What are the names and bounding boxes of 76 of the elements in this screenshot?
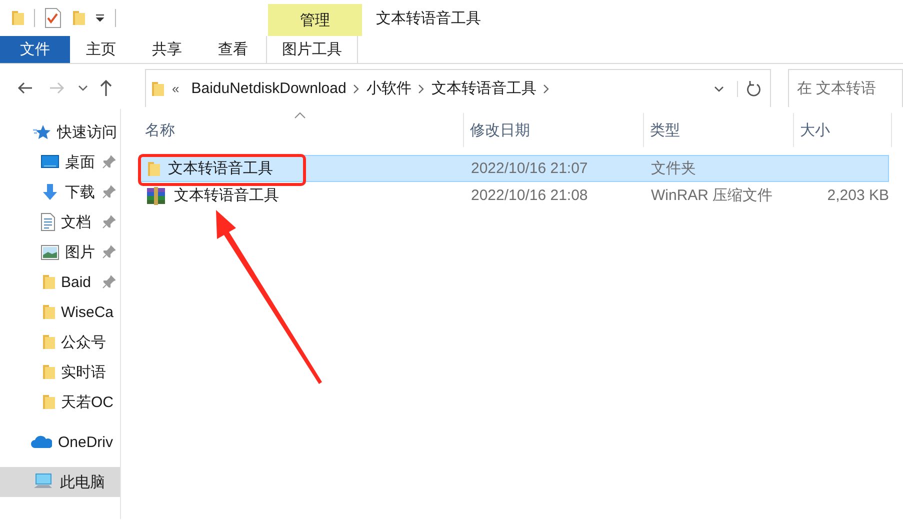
landscape-image-icon bbox=[41, 244, 59, 260]
sidebar-label: Baid bbox=[61, 274, 92, 290]
chevron-right-icon bbox=[417, 84, 426, 94]
sort-caret-icon bbox=[294, 112, 306, 119]
cloud-icon bbox=[30, 435, 52, 449]
sidebar-label: 图片 bbox=[65, 242, 95, 262]
chevron-down-icon bbox=[714, 86, 724, 92]
breadcrumb[interactable]: 小软件 bbox=[360, 79, 418, 98]
file-name: 文本转语音工具 bbox=[168, 159, 273, 178]
folder-icon bbox=[41, 363, 55, 381]
sidebar-label: OneDriv bbox=[58, 434, 114, 450]
table-cell-text: 2022/10/16 21:08 bbox=[470, 187, 589, 204]
column-header[interactable]: 修改日期 bbox=[464, 113, 644, 147]
sidebar-item[interactable]: 文档 bbox=[0, 207, 120, 237]
checklist-icon[interactable] bbox=[45, 8, 61, 28]
file-row[interactable]: 文本转语音工具 2022/10/16 21:07 文件夹 bbox=[139, 155, 889, 182]
folder-icon bbox=[41, 303, 55, 321]
folder-icon bbox=[10, 9, 24, 27]
computer-icon bbox=[32, 473, 54, 491]
breadcrumb[interactable]: BaiduNetdiskDownload bbox=[185, 80, 352, 97]
sidebar-label: 文档 bbox=[61, 212, 91, 232]
refresh-icon bbox=[746, 80, 762, 96]
sidebar-item[interactable]: 桌面 bbox=[0, 147, 120, 177]
sidebar-item[interactable]: 实时语 bbox=[0, 357, 120, 387]
ribbon-tab[interactable]: 主页 bbox=[68, 36, 134, 63]
column-header[interactable]: 名称 bbox=[139, 113, 464, 147]
desktop-icon bbox=[41, 155, 59, 169]
table-cell-text: WinRAR 压缩文件 bbox=[650, 186, 774, 205]
table-cell-text: 2,203 KB bbox=[826, 187, 890, 204]
forward-arrow-icon bbox=[49, 81, 65, 95]
sidebar-item[interactable]: WiseCa bbox=[0, 297, 120, 327]
folder-icon bbox=[41, 393, 55, 411]
table-cell-text: 文件夹 bbox=[650, 159, 697, 178]
download-arrow-icon bbox=[41, 183, 59, 201]
overflow-mark[interactable]: « bbox=[164, 81, 186, 96]
ribbon-tab[interactable]: 文件 bbox=[0, 36, 70, 63]
back-arrow-icon bbox=[17, 81, 33, 95]
address-bar[interactable]: « BaiduNetdiskDownload 小软件 文本转语音工具 bbox=[145, 69, 771, 107]
folder-icon bbox=[150, 80, 164, 98]
sidebar-item[interactable]: Baid bbox=[0, 267, 120, 297]
chevron-right-icon bbox=[352, 84, 360, 94]
column-header[interactable]: 大小 bbox=[794, 113, 892, 147]
search-field[interactable]: 在 文本转语 bbox=[788, 69, 903, 107]
window-title: 文本转语音工具 bbox=[375, 8, 481, 28]
file-name: 文本转语音工具 bbox=[174, 186, 279, 205]
ribbon-tab[interactable]: 共享 bbox=[134, 36, 200, 63]
folder-icon bbox=[146, 160, 160, 178]
up-arrow-icon bbox=[99, 79, 113, 97]
chevron-down-icon bbox=[78, 85, 88, 91]
folder-icon bbox=[41, 273, 55, 291]
sidebar-item[interactable]: 公众号 bbox=[0, 327, 120, 357]
sidebar-item[interactable]: OneDriv bbox=[0, 427, 120, 457]
ribbon-tab[interactable]: 查看 bbox=[200, 36, 266, 63]
sidebar-label: 公众号 bbox=[61, 332, 106, 352]
sidebar-label: 桌面 bbox=[65, 152, 95, 172]
folder-icon bbox=[41, 333, 55, 351]
column-header[interactable]: 类型 bbox=[644, 113, 794, 147]
sidebar-item[interactable]: 下载 bbox=[0, 177, 120, 207]
archive-books-icon bbox=[146, 186, 166, 204]
star-icon bbox=[33, 124, 51, 140]
sidebar-item[interactable]: 天若OC bbox=[0, 387, 120, 417]
chevron-right-icon bbox=[542, 84, 550, 94]
ribbon-tab[interactable]: 图片工具 bbox=[266, 36, 358, 63]
file-row[interactable]: 文本转语音工具 2022/10/16 21:08 WinRAR 压缩文件 2,203 KB bbox=[139, 182, 889, 209]
sidebar-label: WiseCa bbox=[61, 304, 114, 320]
sidebar-item[interactable]: 图片 bbox=[0, 237, 120, 267]
contextual-tab-group-label: 管理 bbox=[268, 4, 362, 36]
sidebar-label: 实时语 bbox=[61, 362, 106, 382]
sidebar-label: 天若OC bbox=[61, 392, 114, 412]
breadcrumb[interactable]: 文本转语音工具 bbox=[425, 79, 542, 98]
table-cell-text: 2022/10/16 21:07 bbox=[470, 160, 589, 177]
document-icon bbox=[41, 213, 55, 231]
sidebar-label: 下载 bbox=[65, 182, 95, 202]
sidebar-label: 此电脑 bbox=[60, 472, 105, 492]
sidebar-item[interactable]: 此电脑 bbox=[0, 467, 120, 497]
dropdown-caret-icon[interactable] bbox=[95, 13, 105, 23]
